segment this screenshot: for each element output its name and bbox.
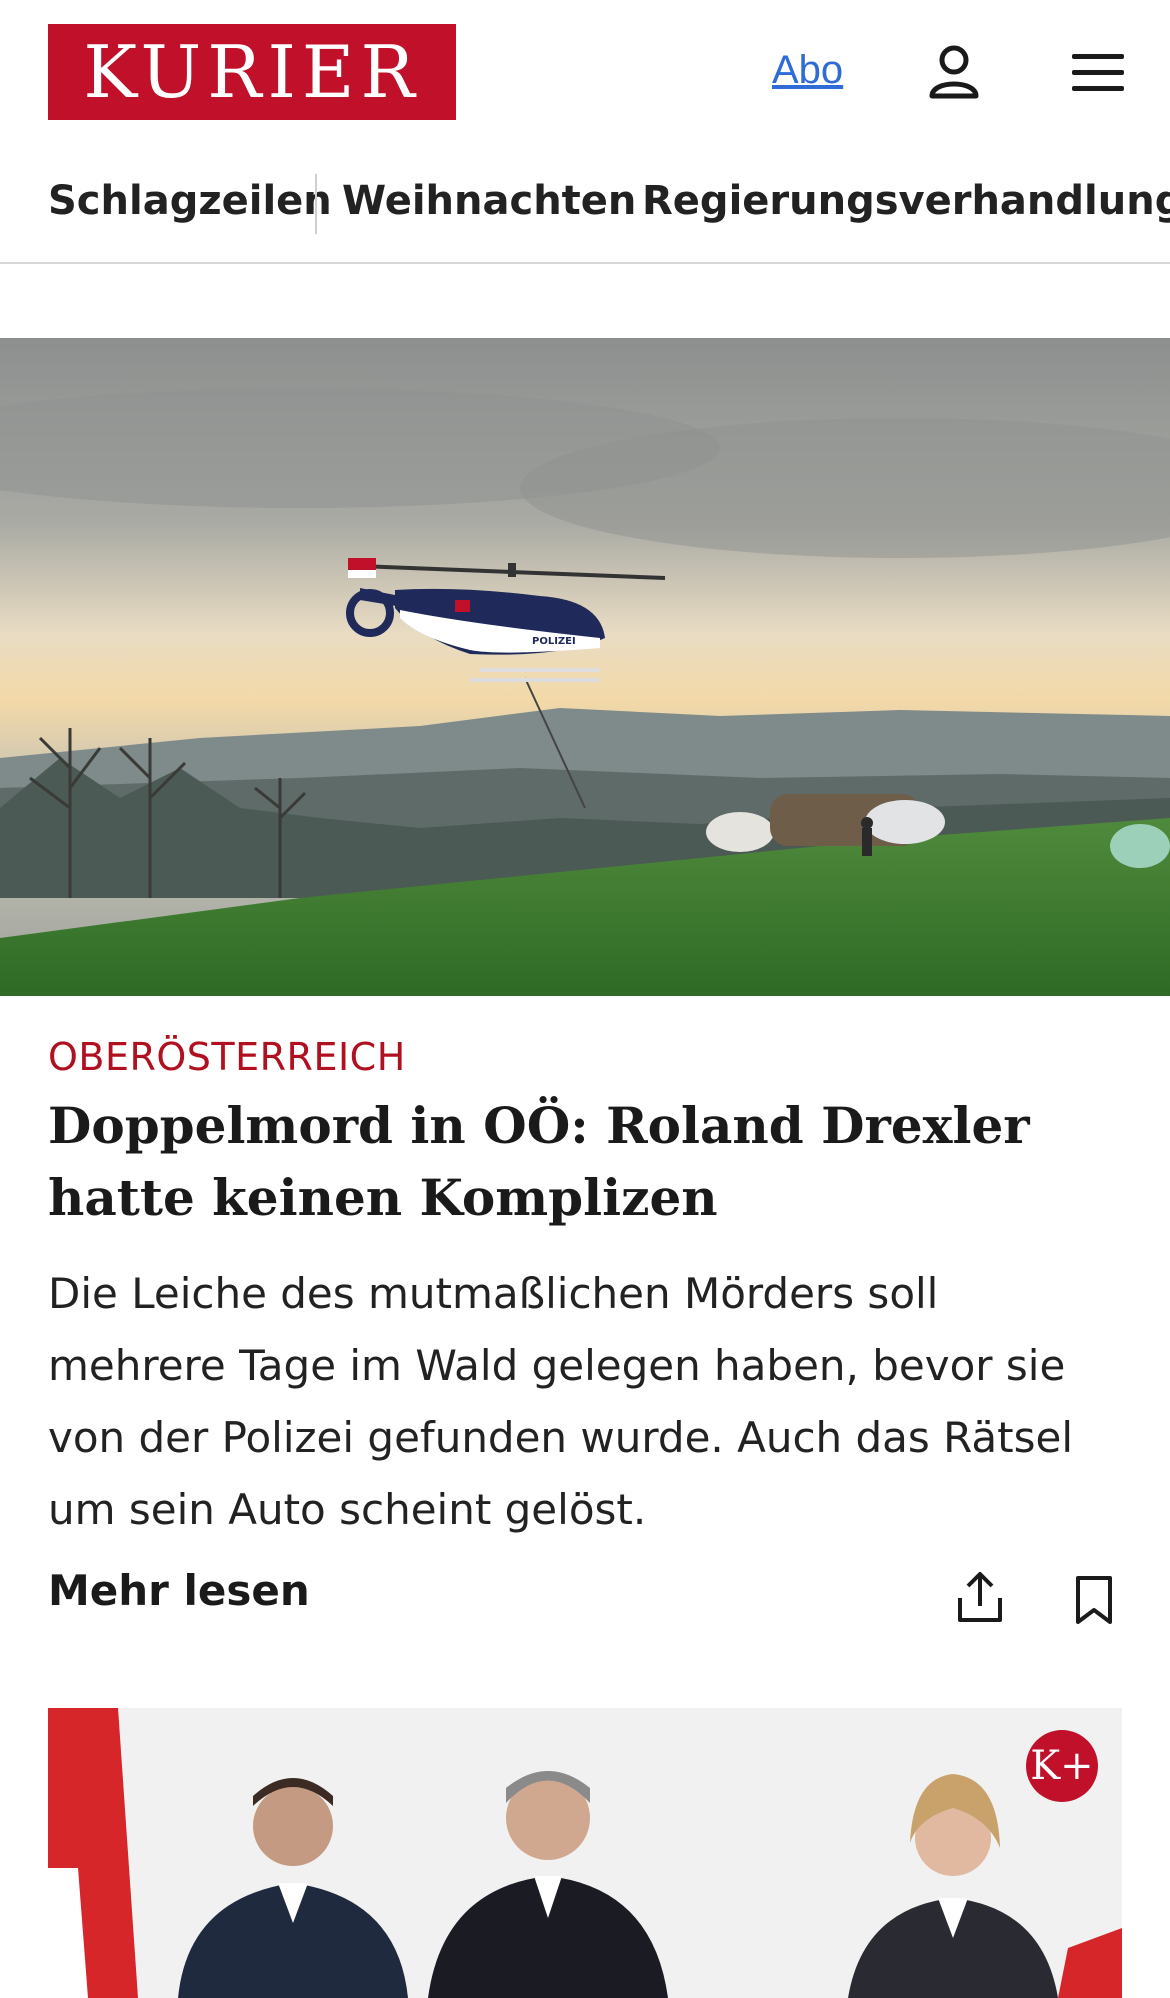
user-icon[interactable] [922,40,986,104]
article-headline[interactable]: Doppelmord in OÖ: Roland Drexler hatte k… [48,1090,1128,1234]
nav-divider [315,174,317,234]
kurier-logo[interactable]: KURIER [48,24,456,120]
read-more-link[interactable]: Mehr lesen [48,1566,310,1615]
nav-item-regierungsverhandlungen[interactable]: Regierungsverhandlungen [642,178,1170,224]
hamburger-menu-icon[interactable] [1066,40,1130,104]
lead-article-image[interactable]: POLIZEI [0,338,1170,996]
second-article-image[interactable]: K+ [48,1708,1122,1998]
kplus-badge-text: K+ [1030,1743,1094,1789]
press-conference-image [48,1708,1122,1998]
topic-nav: Schlagzeilen Weihnachten Regierungsverha… [0,160,1170,264]
helicopter-label: POLIZEI [532,636,576,647]
share-icon[interactable] [954,1570,1006,1626]
article-category[interactable]: OBERÖSTERREICH [48,1035,406,1079]
site-header: KURIER Abo [0,0,1170,145]
article-teaser: Die Leiche des mutmaßlichen Mörders soll… [48,1269,1074,1534]
kplus-premium-badge: K+ [1026,1730,1098,1802]
bookmark-icon[interactable] [1072,1574,1116,1626]
nav-item-schlagzeilen[interactable]: Schlagzeilen [48,178,332,224]
abo-link[interactable]: Abo [772,48,843,93]
nav-item-weihnachten[interactable]: Weihnachten [342,178,636,224]
logo-text: KURIER [83,30,421,114]
helicopter-landscape-image: POLIZEI [0,338,1170,996]
